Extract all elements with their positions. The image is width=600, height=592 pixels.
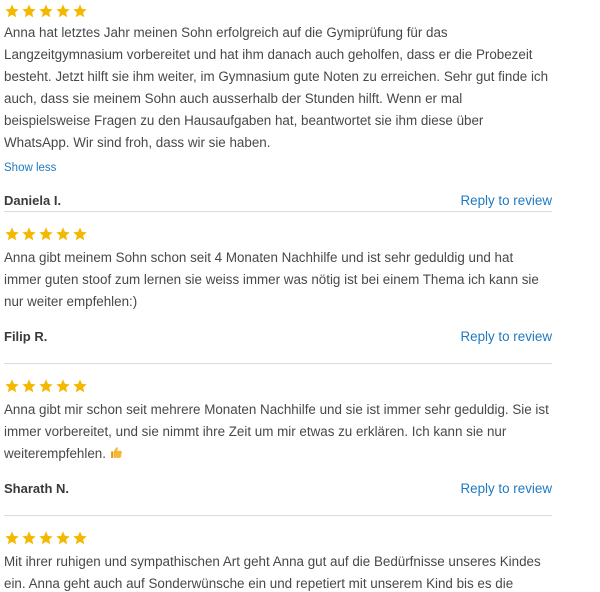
star-icon — [4, 3, 20, 19]
review-card: Anna gibt mir schon seit mehrere Monaten… — [4, 375, 552, 516]
star-icon — [72, 530, 88, 546]
review-text: Anna hat letztes Jahr meinen Sohn erfolg… — [4, 25, 552, 150]
star-icon — [38, 530, 54, 546]
star-icon — [4, 378, 20, 394]
show-less-link[interactable]: Show less — [4, 160, 56, 176]
star-icon — [72, 3, 88, 19]
review-text-content: Anna gibt mir schon seit mehrere Monaten… — [4, 402, 553, 461]
review-card: Anna gibt meinem Sohn schon seit 4 Monat… — [4, 223, 552, 364]
star-rating — [4, 375, 552, 397]
star-icon — [21, 226, 37, 242]
review-text: Anna gibt mir schon seit mehrere Monaten… — [4, 399, 552, 465]
review-author: Filip R. — [4, 328, 48, 344]
star-rating — [4, 223, 552, 245]
reply-to-review-link[interactable]: Reply to review — [460, 329, 552, 344]
star-icon — [21, 3, 37, 19]
star-rating — [4, 527, 552, 549]
star-icon — [4, 530, 20, 546]
star-rating — [4, 0, 552, 22]
star-icon — [21, 530, 37, 546]
review-footer: Daniela I. Reply to review — [4, 185, 552, 215]
star-icon — [38, 378, 54, 394]
review-footer: Filip R. Reply to review — [4, 321, 552, 351]
review-footer: Sharath N. Reply to review — [4, 473, 552, 503]
star-icon — [55, 226, 71, 242]
review-text: Anna gibt meinem Sohn schon seit 4 Monat… — [4, 250, 543, 309]
review-author: Sharath N. — [4, 480, 70, 496]
reviews-page: Anna hat letztes Jahr meinen Sohn erfolg… — [0, 0, 600, 592]
star-icon — [4, 226, 20, 242]
reply-to-review-link[interactable]: Reply to review — [460, 193, 552, 208]
star-icon — [21, 378, 37, 394]
review-list: Anna hat letztes Jahr meinen Sohn erfolg… — [4, 0, 552, 592]
review-card: Anna hat letztes Jahr meinen Sohn erfolg… — [4, 0, 552, 212]
star-icon — [55, 378, 71, 394]
review-text: Mit ihrer ruhigen und sympathischen Art … — [4, 554, 541, 591]
review-author: Daniela I. — [4, 192, 62, 208]
reply-to-review-link[interactable]: Reply to review — [460, 481, 552, 496]
thumbs-up-icon — [110, 444, 123, 458]
star-icon — [72, 226, 88, 242]
star-icon — [38, 226, 54, 242]
star-icon — [38, 3, 54, 19]
star-icon — [72, 378, 88, 394]
star-icon — [55, 530, 71, 546]
review-card: Mit ihrer ruhigen und sympathischen Art … — [4, 527, 552, 592]
star-icon — [55, 3, 71, 19]
